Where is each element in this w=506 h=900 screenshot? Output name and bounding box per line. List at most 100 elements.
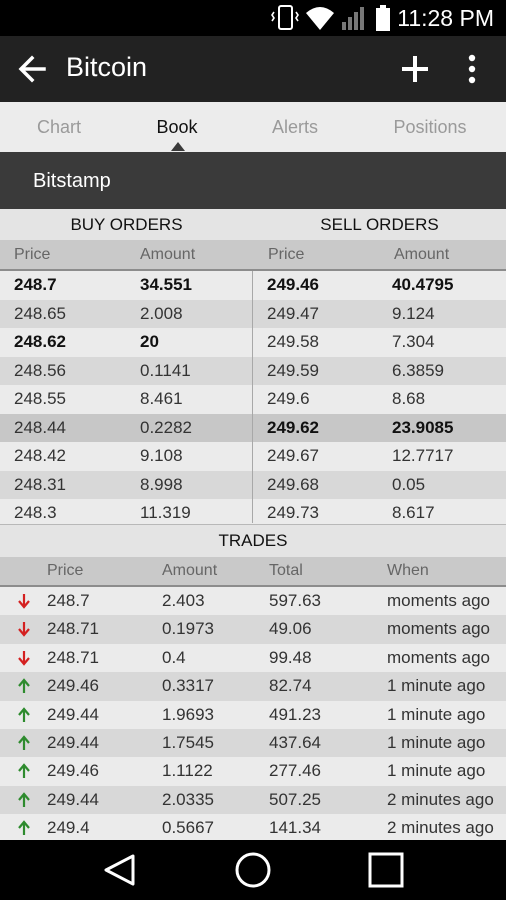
navigation-bar — [0, 840, 506, 900]
trade-total-cell: 437.64 — [269, 733, 321, 752]
up-arrow-icon — [18, 820, 30, 836]
buy-amount-cell: 34.551 — [140, 275, 192, 294]
trade-total-cell: 597.63 — [269, 591, 321, 610]
trade-amount-cell: 0.5667 — [162, 818, 214, 838]
sell-orders-header: SELL ORDERS — [320, 215, 439, 234]
buy-price-cell: 248.3 — [14, 503, 57, 522]
buy-amount-column: Amount — [140, 246, 196, 263]
trade-amount-cell: 1.9693 — [162, 704, 214, 724]
buy-amount-cell: 8.461 — [140, 389, 183, 408]
up-arrow-icon — [18, 792, 30, 807]
up-arrow-icon — [18, 763, 30, 779]
buy-amount-cell: 11.319 — [140, 503, 191, 522]
back-arrow-icon[interactable] — [14, 52, 50, 86]
buy-price-cell: 248.42 — [14, 446, 66, 465]
sell-price-cell: 249.68 — [267, 474, 319, 494]
buy-amount-cell: 2.008 — [140, 303, 183, 323]
app-bar: Bitcoin — [0, 36, 506, 102]
trade-price-cell: 249.46 — [47, 761, 99, 781]
trade-when-column: When — [387, 562, 429, 579]
sell-price-cell: 249.62 — [267, 417, 319, 437]
up-arrow-icon — [18, 735, 30, 750]
more-options-icon[interactable] — [458, 52, 486, 86]
sell-amount-cell: 7.304 — [392, 332, 435, 351]
buy-amount-cell: 9.108 — [140, 446, 183, 465]
sell-amount-cell: 40.4795 — [392, 275, 454, 294]
trade-when-cell: 1 minute ago — [387, 761, 486, 781]
tab-chart[interactable]: Chart — [0, 102, 118, 152]
trade-when-cell: moments ago — [387, 647, 490, 667]
up-arrow-icon — [18, 678, 30, 694]
buy-price-cell: 248.65 — [14, 303, 66, 323]
buy-amount-cell: 0.1141 — [140, 360, 191, 380]
trade-when-cell: 1 minute ago — [387, 733, 486, 752]
trade-amount-cell: 0.3317 — [162, 676, 214, 696]
nav-back-icon[interactable] — [100, 852, 140, 888]
buy-price-cell: 248.55 — [14, 389, 66, 408]
page-title: Bitcoin — [66, 52, 148, 82]
sell-amount-column: Amount — [394, 246, 450, 263]
trade-total-cell: 49.06 — [269, 619, 312, 639]
trade-price-cell: 248.71 — [47, 647, 99, 667]
tab-positions[interactable]: Positions — [354, 102, 506, 152]
buy-amount-cell: 20 — [140, 332, 159, 351]
sell-amount-cell: 23.9085 — [392, 417, 454, 437]
buy-price-cell: 248.31 — [14, 474, 66, 494]
trade-amount-cell: 2.403 — [162, 591, 205, 610]
exchange-name: Bitstamp — [33, 170, 111, 192]
trade-total-cell: 99.48 — [269, 647, 312, 667]
sell-amount-cell: 6.3859 — [392, 360, 444, 380]
trade-when-cell: 1 minute ago — [387, 704, 486, 724]
sell-price-cell: 249.46 — [267, 275, 319, 294]
sell-amount-cell: 9.124 — [392, 303, 435, 323]
trade-amount-column: Amount — [162, 562, 218, 579]
nav-home-icon[interactable] — [233, 851, 273, 889]
trade-when-cell: moments ago — [387, 619, 490, 639]
trade-when-cell: 1 minute ago — [387, 676, 486, 696]
buy-price-cell: 248.44 — [14, 417, 66, 437]
buy-orders-header: BUY ORDERS — [70, 215, 183, 234]
down-arrow-icon — [18, 650, 30, 666]
trade-when-cell: 2 minutes ago — [387, 789, 494, 809]
trade-price-cell: 248.7 — [47, 591, 90, 610]
trade-total-cell: 82.74 — [269, 676, 312, 696]
trade-total-cell: 507.25 — [269, 789, 321, 809]
sell-price-cell: 249.67 — [267, 446, 319, 465]
trade-amount-cell: 2.0335 — [162, 789, 214, 809]
trade-total-cell: 277.46 — [269, 761, 321, 781]
trade-amount-cell: 1.7545 — [162, 733, 214, 752]
trade-total-cell: 491.23 — [269, 704, 321, 724]
add-icon[interactable] — [398, 52, 432, 86]
book-row — [0, 385, 506, 414]
wifi-icon — [306, 7, 334, 30]
sell-amount-cell: 12.7717 — [392, 446, 454, 465]
trade-total-column: Total — [269, 562, 303, 579]
exchange-header: Bitstamp — [0, 152, 506, 209]
tab-alerts[interactable]: Alerts — [236, 102, 354, 152]
vibrate-icon — [271, 5, 299, 30]
trade-price-cell: 248.71 — [47, 619, 99, 639]
signal-icon — [342, 7, 364, 30]
sell-price-cell: 249.59 — [267, 360, 319, 380]
buy-price-column: Price — [14, 246, 51, 263]
sell-amount-cell: 8.617 — [392, 503, 435, 522]
active-tab-indicator — [171, 142, 185, 151]
buy-price-cell: 248.56 — [14, 360, 66, 380]
trade-price-cell: 249.44 — [47, 733, 99, 752]
trade-when-cell: 2 minutes ago — [387, 818, 494, 838]
trade-price-cell: 249.44 — [47, 789, 99, 809]
buy-amount-cell: 0.2282 — [140, 417, 192, 437]
down-arrow-icon — [18, 594, 30, 609]
up-arrow-icon — [18, 706, 30, 722]
trade-amount-cell: 0.1973 — [162, 619, 214, 639]
sell-price-cell: 249.6 — [267, 389, 310, 408]
sell-price-cell: 249.58 — [267, 332, 319, 351]
trade-total-cell: 141.34 — [269, 818, 321, 838]
trade-amount-cell: 1.1122 — [162, 761, 213, 781]
trade-when-cell: moments ago — [387, 591, 490, 610]
nav-recents-icon[interactable] — [367, 852, 405, 888]
status-bar: 11:28 PM — [0, 0, 506, 36]
book-row — [0, 470, 506, 499]
book-divider — [252, 271, 253, 523]
down-arrow-icon — [18, 622, 30, 638]
